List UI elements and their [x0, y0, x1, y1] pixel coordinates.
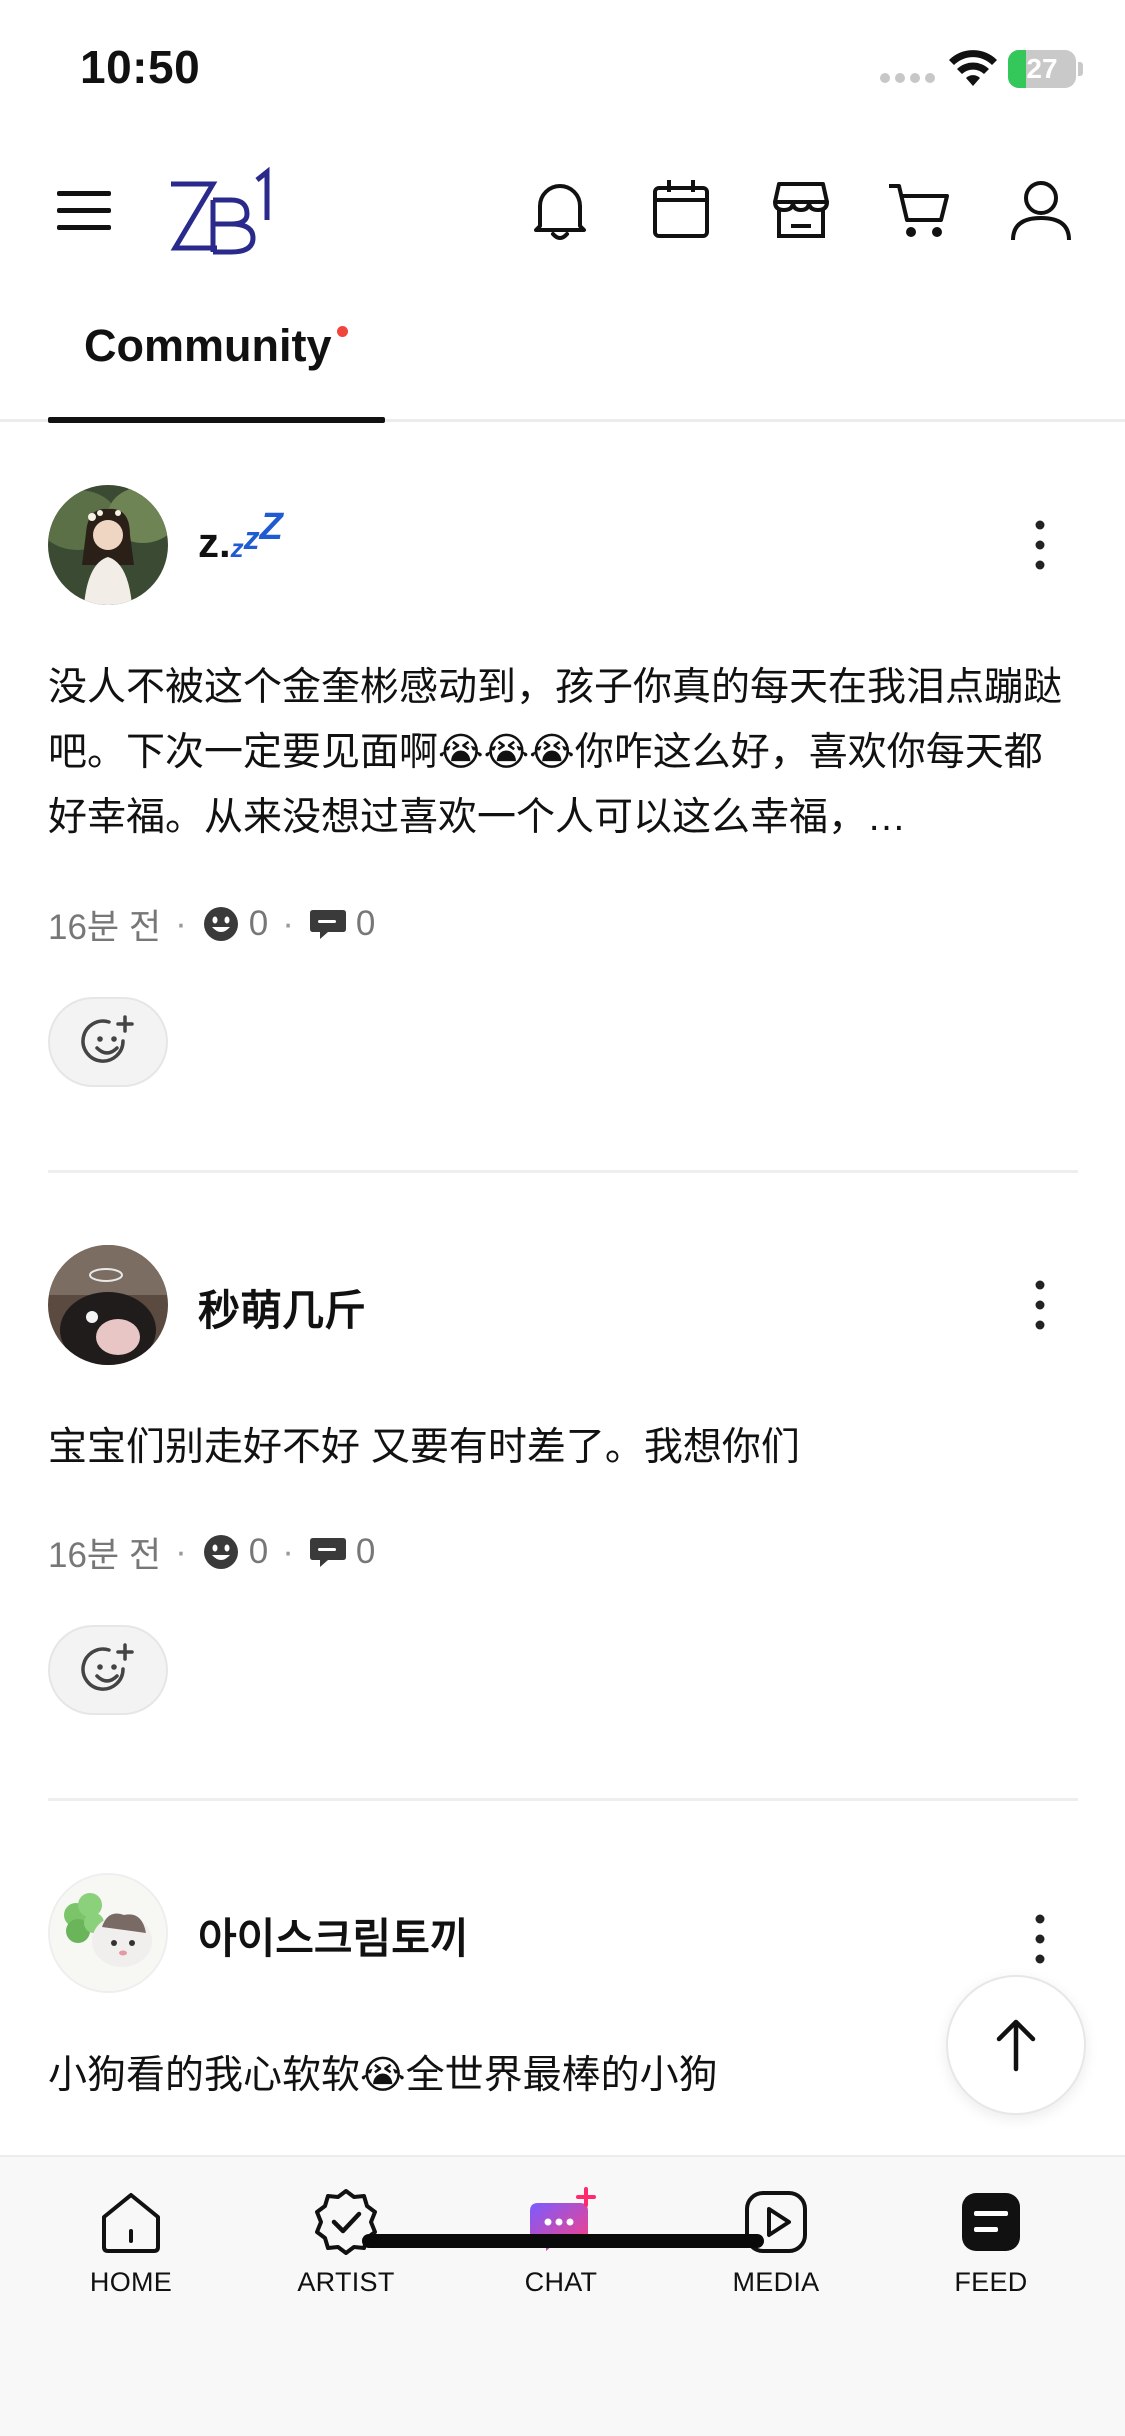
meta-separator: · — [282, 1532, 294, 1571]
nav-home[interactable]: HOME — [31, 2187, 231, 2317]
profile-icon[interactable] — [1007, 176, 1075, 244]
nav-media[interactable]: MEDIA — [676, 2187, 876, 2317]
notification-bell-icon[interactable] — [526, 176, 594, 244]
emoji-reaction-icon — [203, 907, 238, 941]
author-name: z. — [198, 519, 231, 566]
comment-icon — [309, 910, 346, 939]
status-bar: 10:50 27 — [0, 0, 1125, 140]
add-reaction-button[interactable] — [48, 997, 168, 1087]
post-body[interactable]: 小狗看的我心软软😭全世界最棒的小狗 — [48, 2043, 1078, 2108]
avatar[interactable] — [48, 485, 168, 605]
menu-icon[interactable] — [55, 188, 113, 232]
meta-separator: · — [282, 904, 294, 943]
nav-artist[interactable]: ARTIST — [246, 2187, 446, 2317]
reaction-count: 0 — [248, 1532, 269, 1571]
post-author[interactable]: z.zzZ — [198, 506, 283, 567]
tab-bar: Community — [0, 290, 1125, 423]
arrow-up-icon — [996, 2019, 1036, 2072]
home-icon — [102, 2193, 160, 2253]
avatar[interactable] — [48, 1873, 168, 1993]
new-indicator-dot — [337, 326, 348, 337]
app-header — [0, 150, 1125, 270]
add-reaction-button[interactable] — [48, 1625, 168, 1715]
calendar-icon[interactable] — [647, 176, 715, 244]
add-reaction-icon — [81, 1015, 134, 1063]
avatar[interactable] — [48, 1245, 168, 1365]
meta-separator: · — [175, 1532, 187, 1571]
post-time: 16분 전 — [48, 907, 162, 947]
author-name-suffix: zzZ — [230, 506, 283, 564]
scroll-to-top-button[interactable] — [946, 1975, 1086, 2115]
comment-icon — [309, 1538, 346, 1567]
more-options-icon[interactable] — [1020, 515, 1060, 575]
post-divider — [48, 1170, 1078, 1173]
meta-separator: · — [175, 904, 187, 943]
reaction-count: 0 — [248, 904, 269, 943]
more-options-icon[interactable] — [1020, 1909, 1060, 1969]
feed-icon — [962, 2193, 1020, 2251]
wifi-icon — [949, 50, 997, 86]
post-author[interactable]: 아이스크림토끼 — [198, 1905, 468, 1966]
emoji-reaction-icon — [203, 1535, 238, 1569]
nav-feed[interactable]: FEED — [891, 2187, 1091, 2317]
nav-media-label: MEDIA — [732, 2267, 820, 2297]
nav-chat[interactable]: CHAT — [461, 2187, 661, 2317]
nav-home-label: HOME — [89, 2267, 173, 2297]
more-options-icon[interactable] — [1020, 1275, 1060, 1335]
post-meta: 16분 전 · 0 · 0 — [48, 899, 375, 949]
zb1-logo[interactable] — [165, 166, 275, 256]
comment-count: 0 — [355, 1532, 376, 1571]
post-body[interactable]: 没人不被这个金奎彬感动到，孩子你真的每天在我泪点蹦跶吧。下次一定要见面啊😭😭😭你… — [48, 655, 1078, 850]
tab-community-label: Community — [84, 320, 332, 371]
nav-feed-label: FEED — [954, 2267, 1028, 2297]
shop-icon[interactable] — [767, 176, 835, 244]
comment-count: 0 — [355, 904, 376, 943]
nav-artist-label: ARTIST — [297, 2267, 395, 2297]
bottom-navigation: HOME ARTIST CHAT MEDIA FEED — [0, 2155, 1125, 2436]
status-time: 10:50 — [80, 41, 201, 93]
active-tab-underline — [48, 417, 385, 423]
battery-percent: 27 — [1026, 53, 1058, 84]
battery-indicator: 27 — [1008, 50, 1076, 88]
post-divider — [48, 1798, 1078, 1801]
post-body[interactable]: 宝宝们别走好不好 又要有时差了。我想你们 — [48, 1415, 1078, 1480]
tab-community[interactable]: Community — [48, 290, 385, 423]
author-suffix-z2: z — [243, 520, 260, 556]
post-author[interactable]: 秒萌几斤 — [198, 1277, 366, 1338]
post-meta: 16분 전 · 0 · 0 — [48, 1527, 375, 1577]
cart-icon[interactable] — [885, 176, 953, 244]
nav-chat-label: CHAT — [524, 2267, 598, 2297]
post-time: 16분 전 — [48, 1535, 162, 1575]
author-suffix-z1: z — [230, 533, 244, 563]
author-suffix-z3: Z — [259, 506, 283, 548]
add-reaction-icon — [81, 1643, 134, 1691]
home-indicator[interactable] — [362, 2234, 764, 2248]
battery-tip — [1078, 62, 1083, 76]
cellular-signal-icon — [880, 73, 936, 83]
